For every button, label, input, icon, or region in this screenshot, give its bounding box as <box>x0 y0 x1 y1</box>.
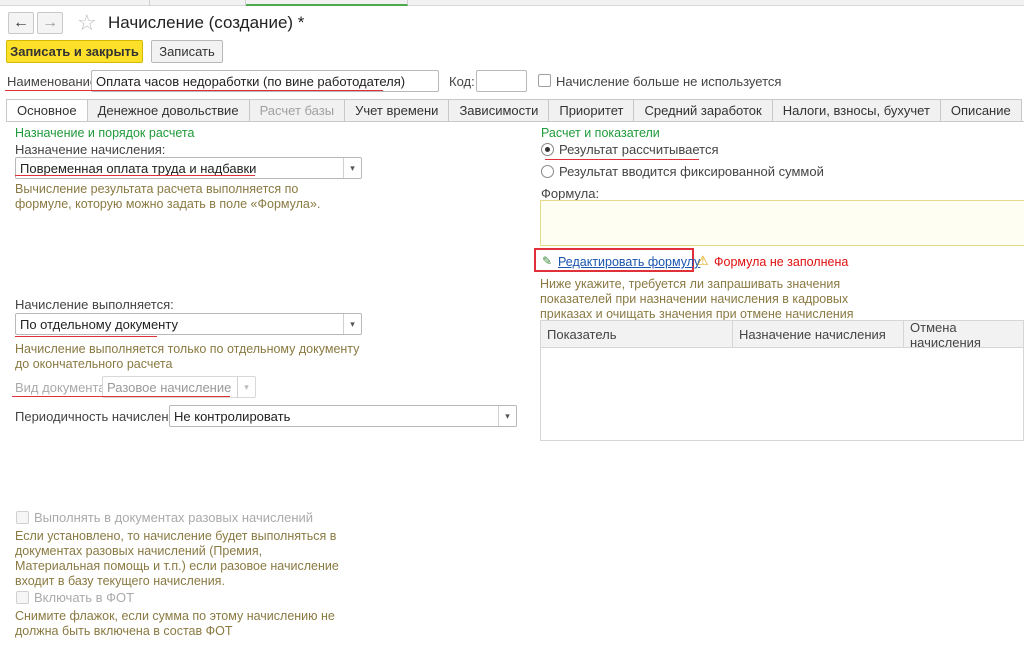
column-header-assignment[interactable]: Назначение начисления <box>732 321 902 348</box>
save-and-close-button[interactable]: Записать и закрыть <box>6 40 143 63</box>
forward-button[interactable]: → <box>37 12 63 34</box>
periodicity-label: Периодичность начисления: <box>15 409 187 424</box>
tab-average-earnings[interactable]: Средний заработок <box>634 99 773 122</box>
radio-fixed[interactable] <box>541 165 554 178</box>
executed-hint: Начисление выполняется только по отдельн… <box>15 342 360 371</box>
back-button[interactable]: ← <box>8 12 34 34</box>
periodicity-select[interactable]: Не контролировать ▾ <box>169 405 517 427</box>
doctype-label: Вид документа: <box>15 380 110 395</box>
fot-hint: Снимите флажок, если сумма по этому начи… <box>15 609 335 638</box>
formula-textarea[interactable] <box>540 200 1024 246</box>
save-button[interactable]: Записать <box>151 40 223 63</box>
column-header-indicator[interactable]: Показатель <box>541 321 731 348</box>
tab-dependencies[interactable]: Зависимости <box>449 99 550 122</box>
tab-basic[interactable]: Основное <box>6 99 88 122</box>
formula-warning: Формула не заполнена <box>714 255 849 269</box>
fot-checkbox[interactable] <box>16 591 29 604</box>
red-underline <box>545 159 699 160</box>
tab-taxes[interactable]: Налоги, взносы, бухучет <box>772 99 941 122</box>
chevron-down-icon: ▾ <box>237 377 255 397</box>
pencil-icon: ✎ <box>542 254 553 268</box>
radio-dot <box>545 147 550 152</box>
red-underline <box>15 336 157 337</box>
top-tab-active[interactable] <box>246 0 408 6</box>
executed-select-value: По отдельному документу <box>20 316 178 332</box>
top-tab[interactable] <box>0 0 150 6</box>
purpose-label: Назначение начисления: <box>15 142 166 157</box>
tab-divider <box>6 121 1024 122</box>
name-input[interactable]: Оплата часов недоработки (по вине работо… <box>91 70 439 92</box>
executed-select[interactable]: По отдельному документу ▾ <box>15 313 362 335</box>
tab-description[interactable]: Описание <box>940 99 1022 122</box>
radio-fixed-label: Результат вводится фиксированной суммой <box>559 164 824 179</box>
name-label: Наименование: <box>7 74 101 89</box>
unused-checkbox[interactable] <box>538 74 551 87</box>
table-header-row: Показатель Назначение начисления Отмена … <box>541 320 1024 350</box>
oneoff-hint: Если установлено, то начисление будет вы… <box>15 529 339 588</box>
warning-icon: ⚠ <box>697 253 709 268</box>
tab-base-calc[interactable]: Расчет базы <box>249 99 346 122</box>
edit-formula-link[interactable]: Редактировать формулу <box>558 255 700 269</box>
purpose-select-value: Повременная оплата труда и надбавки <box>20 160 257 176</box>
red-underline <box>5 90 383 91</box>
column-header-cancel[interactable]: Отмена начисления <box>903 320 1024 350</box>
tab-time-accounting[interactable]: Учет времени <box>345 99 450 122</box>
tab-monetary[interactable]: Денежное довольствие <box>87 99 250 122</box>
arrow-left-icon: ← <box>13 14 29 31</box>
indicators-hint: Ниже укажите, требуется ли запрашивать з… <box>540 277 854 321</box>
red-underline <box>15 175 255 176</box>
section-title-purpose: Назначение и порядок расчета <box>15 126 195 140</box>
formula-label: Формула: <box>541 186 600 201</box>
window-title: Начисление (создание) * <box>108 13 305 32</box>
doctype-select-value: Разовое начисление <box>107 379 232 395</box>
top-tab-strip <box>0 0 1024 6</box>
purpose-hint: Вычисление результата расчета выполняетс… <box>15 182 321 211</box>
executed-label: Начисление выполняется: <box>15 297 174 312</box>
code-label: Код: <box>449 74 475 89</box>
indicators-table: Показатель Назначение начисления Отмена … <box>540 320 1024 441</box>
oneoff-label: Выполнять в документах разовых начислени… <box>34 510 314 525</box>
tab-bar: Основное Денежное довольствие Расчет баз… <box>6 99 1022 122</box>
oneoff-checkbox[interactable] <box>16 511 29 524</box>
star-icon[interactable]: ☆ <box>77 10 97 36</box>
chevron-down-icon[interactable]: ▾ <box>343 158 361 178</box>
radio-calculated[interactable] <box>541 143 554 156</box>
tab-priority[interactable]: Приоритет <box>549 99 635 122</box>
chevron-down-icon[interactable]: ▾ <box>498 406 516 426</box>
doctype-select: Разовое начисление ▾ <box>102 376 256 398</box>
chevron-down-icon[interactable]: ▾ <box>343 314 361 334</box>
arrow-right-icon: → <box>42 14 58 31</box>
red-underline <box>12 396 230 397</box>
top-tab[interactable] <box>150 0 246 6</box>
section-title-calc: Расчет и показатели <box>541 126 660 140</box>
code-input[interactable] <box>476 70 527 92</box>
fot-label: Включать в ФОТ <box>34 590 135 605</box>
radio-calculated-label: Результат рассчитывается <box>559 142 719 157</box>
unused-label: Начисление больше не используется <box>556 74 782 89</box>
periodicity-select-value: Не контролировать <box>174 408 291 424</box>
